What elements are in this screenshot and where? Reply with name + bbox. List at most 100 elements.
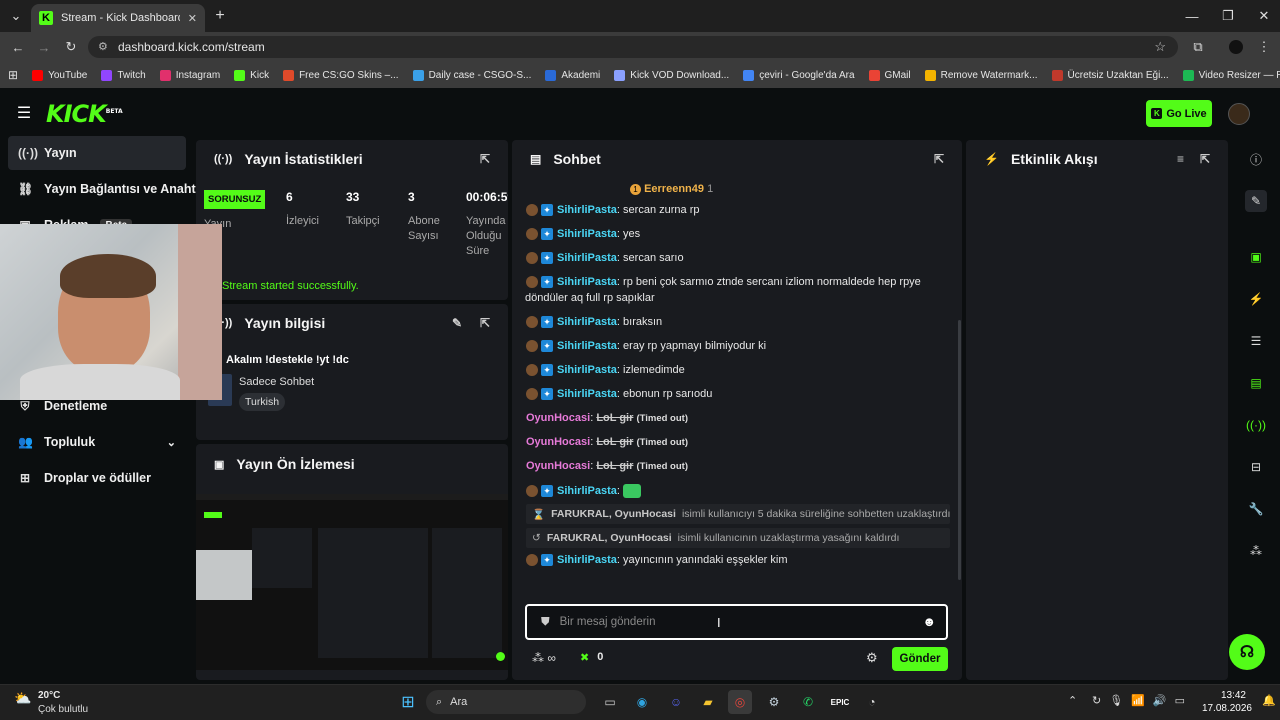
notification-bell-icon[interactable]: 🔔 [1262,694,1276,707]
chat-username[interactable]: SihirliPasta [557,228,617,240]
emoji-icon[interactable]: ☻ [922,614,936,629]
chat-username[interactable]: SihirliPasta [557,252,617,264]
bookmark-item[interactable]: Instagram [159,69,220,81]
chat-username[interactable]: SihirliPasta [557,340,617,352]
bookmark-label: çeviri - Google'da Ara [759,69,855,81]
bookmark-item[interactable]: çeviri - Google'da Ara [743,69,855,81]
chat-text: ebonun rp sarıodu [623,388,713,400]
edit-icon[interactable]: ✎ [452,316,462,330]
discord-icon[interactable]: ☺ [664,690,688,714]
kick-logo[interactable]: KICKBETA [46,100,123,128]
extensions-icon[interactable]: ⧉ [1190,39,1206,55]
file-explorer-icon[interactable]: ▰ [696,690,720,714]
taskbar-search[interactable]: ⌕ Ara [426,690,586,714]
sidebar-item-yayin[interactable]: ((·)) Yayın [8,136,186,170]
chat-username[interactable]: OyunHocasi [526,460,590,472]
chat-username[interactable]: OyunHocasi [526,436,590,448]
minimize-icon[interactable]: — [1184,8,1200,24]
broadcast-widget-icon[interactable]: ((·)) [1245,414,1267,436]
edge-icon[interactable]: ◉ [630,690,654,714]
go-live-label: Go Live [1166,107,1207,120]
bookmark-item[interactable]: Akademi [545,69,600,81]
chat-widget-icon[interactable]: ▤ [1245,372,1267,394]
close-window-icon[interactable]: ✕ [1256,8,1272,24]
bookmark-item[interactable]: Video Resizer — Re... [1182,69,1280,81]
nodes-widget-icon[interactable]: ⁂ [1245,540,1267,562]
tab-list-chevron-icon[interactable]: ⌄ [8,8,24,24]
preview-widget-icon[interactable]: ▣ [1245,246,1267,268]
list-widget-icon[interactable]: ☰ [1245,330,1267,352]
start-windows-icon[interactable]: ⊞ [396,690,420,714]
bookmark-item[interactable]: Daily case - CSGO-S... [412,69,531,81]
url-input[interactable]: ⚙ dashboard.kick.com/stream ☆ [88,36,1178,58]
sidebar-item-stream-key[interactable]: ⛓ Yayın Bağlantısı ve Anahtarı [8,172,211,206]
chat-username[interactable]: SihirliPasta [557,276,617,288]
chat-username[interactable]: SihirliPasta [557,204,617,216]
hamburger-menu-icon[interactable]: ☰ [16,104,32,122]
chat-username[interactable]: SihirliPasta [557,388,617,400]
popout-icon[interactable]: ⇱ [480,316,490,330]
new-tab-icon[interactable]: + [212,7,228,24]
popout-icon[interactable]: ⇱ [934,152,944,166]
stat-value: 33 [346,190,360,204]
bookmark-item[interactable]: Kick [234,69,269,81]
task-view-icon[interactable]: ▭ [598,690,622,714]
chat-username[interactable]: SihirliPasta [557,364,617,376]
chrome-icon[interactable]: ◎ [728,690,752,714]
forward-icon[interactable]: → [36,39,52,55]
chat-text: rp beni çok sarmıo ztnde sercanı izliom … [623,276,921,288]
apps-grid-icon[interactable]: ⊞ [8,68,18,82]
send-button[interactable]: Gönder [892,647,948,671]
tray-chevron-icon[interactable]: ⌃ [1068,694,1077,707]
sidebar-item-topluluk[interactable]: 👥 Topluluk ⌄ [8,425,186,459]
clock-time: 13:42 [1220,690,1246,701]
stream-preview-video[interactable] [196,494,508,670]
bookmark-favicon-icon [614,69,626,81]
chat-settings-gear-icon[interactable]: ⚙ [866,650,878,666]
chat-message-input[interactable]: ⛊ Bir mesaj gönderin I ☻ [525,604,948,640]
browser-tab[interactable]: K Stream - Kick Dashboard ✕ [31,4,205,32]
chat-username[interactable]: SihirliPasta [557,316,617,328]
back-icon[interactable]: ← [10,39,26,55]
bookmark-item[interactable]: Remove Watermark... [924,69,1038,81]
chat-username[interactable]: OyunHocasi [526,412,590,424]
go-live-button[interactable]: K Go Live [1146,100,1212,127]
sidebar-item-droplar[interactable]: ⊞ Droplar ve ödüller [8,461,186,495]
popout-icon[interactable]: ⇱ [1200,152,1210,166]
channel-points[interactable]: ✖ 0 [580,651,603,664]
bookmarks-bar: ⊞ YouTube Twitch Instagram Kick Free CS:GO S… [0,62,1280,88]
queue-widget-icon[interactable]: ⊟ [1245,456,1267,478]
bookmark-item[interactable]: Free CS:GO Skins –... [283,69,399,81]
whatsapp-icon[interactable]: ✆ [796,690,820,714]
support-headset-icon[interactable]: ☊ [1229,634,1265,670]
maximize-icon[interactable]: ❐ [1220,8,1236,24]
profile-avatar[interactable] [1229,40,1243,54]
chat-username[interactable]: SihirliPasta [557,554,617,566]
sidebar-item-label: Topluluk [44,435,96,449]
tray-icons[interactable]: ↻🎙📶🔊▭ [1092,694,1193,707]
lightning-widget-icon[interactable]: ⚡ [1245,288,1267,310]
edit-layout-icon[interactable]: ✎ [1245,190,1267,212]
reload-icon[interactable]: ↻ [63,39,79,55]
epic-games-icon[interactable]: EPIC [828,690,852,714]
bookmark-item[interactable]: Kick VOD Download... [614,69,729,81]
shield-icon[interactable]: ⛊ [541,616,550,629]
filter-icon[interactable]: ≡ [1177,152,1184,166]
obs-icon[interactable]: ◔ [860,690,884,714]
site-info-icon[interactable]: ⚙ [98,40,108,53]
bookmark-item[interactable]: GMail [868,69,911,81]
bookmark-item[interactable]: YouTube [32,69,87,81]
tools-widget-icon[interactable]: 🔧 [1245,498,1267,520]
chat-scrollbar[interactable] [958,320,961,580]
chat-username[interactable]: SihirliPasta [557,485,617,497]
info-icon[interactable]: ⓘ [1245,148,1267,170]
infinity-icon[interactable]: ⁂ ∞ [532,651,556,665]
steam-icon[interactable]: ⚙ [762,690,786,714]
close-tab-icon[interactable]: ✕ [188,12,197,25]
popout-icon[interactable]: ⇱ [480,152,490,166]
bookmark-item[interactable]: Twitch [101,69,146,81]
bookmark-star-icon[interactable]: ☆ [1154,39,1166,55]
browser-menu-icon[interactable]: ⋮ [1256,39,1272,55]
user-avatar[interactable] [1228,103,1250,125]
bookmark-item[interactable]: Ücretsiz Uzaktan Eği... [1051,69,1169,81]
